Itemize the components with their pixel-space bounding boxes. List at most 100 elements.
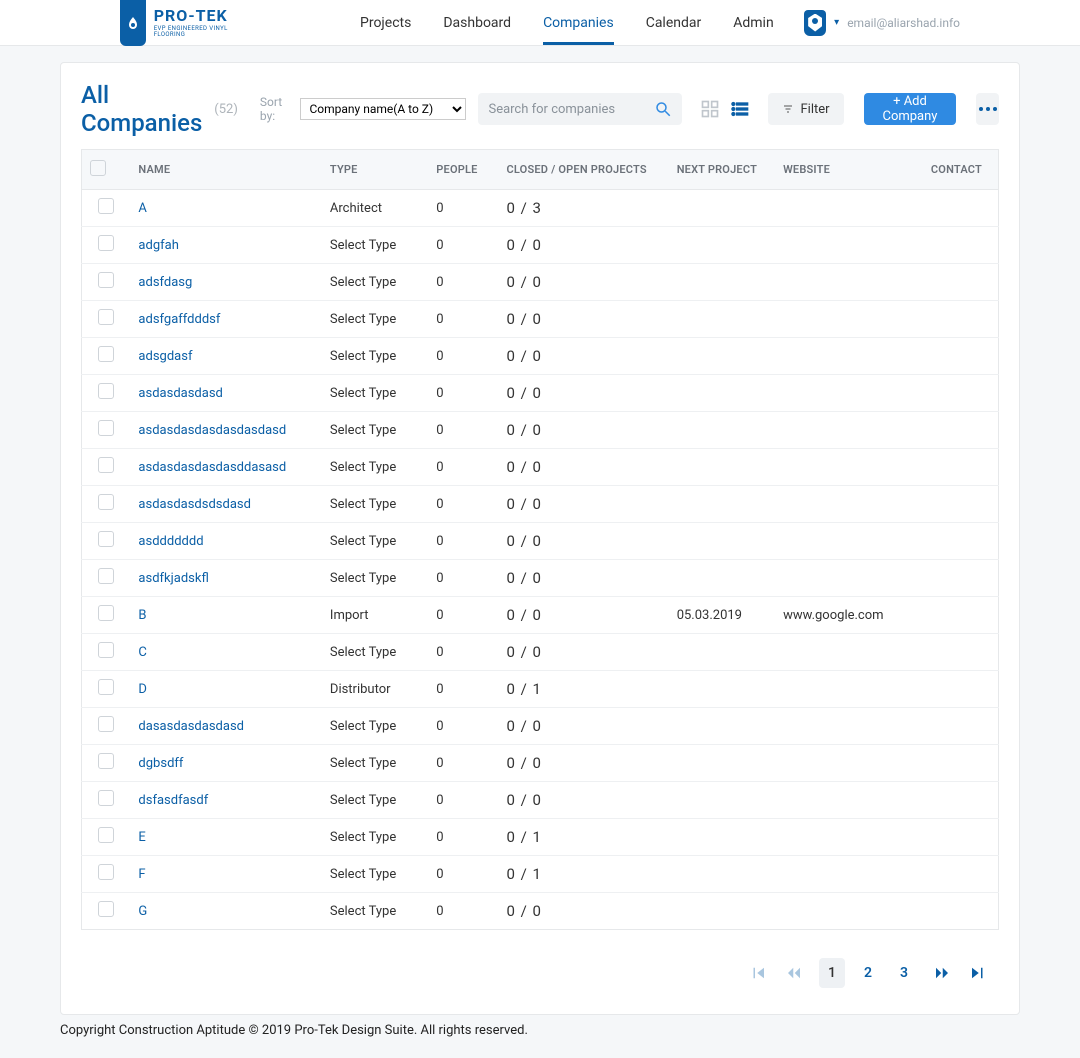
cell-website[interactable]: www.google.com <box>775 597 913 634</box>
cell-type: Select Type <box>322 708 428 745</box>
company-link[interactable]: D <box>138 682 147 697</box>
page-next-icon[interactable] <box>931 962 953 984</box>
cell-contact <box>913 412 998 449</box>
row-checkbox[interactable] <box>98 272 114 288</box>
col-header-next[interactable]: NEXT PROJECT <box>669 150 775 190</box>
company-link[interactable]: B <box>138 608 146 623</box>
col-header-type[interactable]: TYPE <box>322 150 428 190</box>
col-header-people[interactable]: PEOPLE <box>428 150 498 190</box>
cell-type: Select Type <box>322 745 428 782</box>
company-link[interactable]: adgfah <box>138 238 178 253</box>
sort-select[interactable]: Company name(A to Z) <box>300 98 466 120</box>
cell-projects: 0 / 0 <box>506 310 542 328</box>
table-row: adgfahSelect Type00 / 0 <box>82 227 999 264</box>
filter-button[interactable]: Filter <box>768 93 843 125</box>
row-checkbox[interactable] <box>98 531 114 547</box>
company-link[interactable]: asdasdasdsdsdasd <box>138 497 251 512</box>
list-view-icon[interactable] <box>730 99 750 119</box>
company-link[interactable]: adsgdasf <box>138 349 192 364</box>
add-company-button[interactable]: + Add Company <box>864 93 957 125</box>
nav-dashboard[interactable]: Dashboard <box>443 0 511 45</box>
row-checkbox[interactable] <box>98 605 114 621</box>
page-3[interactable]: 3 <box>891 958 917 988</box>
row-checkbox[interactable] <box>98 679 114 695</box>
cell-projects: 0 / 1 <box>506 680 542 698</box>
row-checkbox[interactable] <box>98 864 114 880</box>
page-1[interactable]: 1 <box>819 958 845 988</box>
row-checkbox[interactable] <box>98 198 114 214</box>
col-header-projects[interactable]: CLOSED / OPEN PROJECTS <box>498 150 668 190</box>
cell-website <box>775 264 913 301</box>
nav-calendar[interactable]: Calendar <box>646 0 702 45</box>
row-checkbox[interactable] <box>98 309 114 325</box>
filter-label: Filter <box>800 102 829 117</box>
row-checkbox[interactable] <box>98 790 114 806</box>
row-checkbox[interactable] <box>98 235 114 251</box>
cell-type: Select Type <box>322 338 428 375</box>
cell-projects: 0 / 3 <box>506 199 542 217</box>
company-link[interactable]: asdfkjadskfl <box>138 571 208 586</box>
company-link[interactable]: dasasdasdasdasd <box>138 719 244 734</box>
search-input[interactable] <box>488 102 654 117</box>
col-header-contact[interactable]: CONTACT <box>913 150 998 190</box>
search-box[interactable] <box>478 93 682 125</box>
company-link[interactable]: asdasdasdasdasddasasd <box>138 460 286 475</box>
company-link[interactable]: adsfgaffdddsf <box>138 312 220 327</box>
page-last-icon[interactable] <box>967 962 989 984</box>
cell-people: 0 <box>428 634 498 671</box>
page-2[interactable]: 2 <box>855 958 881 988</box>
cell-people: 0 <box>428 523 498 560</box>
row-checkbox[interactable] <box>98 346 114 362</box>
cell-type: Select Type <box>322 560 428 597</box>
company-link[interactable]: dsfasdfasdf <box>138 793 208 808</box>
company-link[interactable]: adsfdasg <box>138 275 192 290</box>
nav-companies[interactable]: Companies <box>543 0 614 45</box>
cell-people: 0 <box>428 227 498 264</box>
cell-contact <box>913 782 998 819</box>
row-checkbox[interactable] <box>98 827 114 843</box>
nav-projects[interactable]: Projects <box>360 0 411 45</box>
company-link[interactable]: A <box>138 201 146 216</box>
row-checkbox[interactable] <box>98 716 114 732</box>
user-menu[interactable]: ▾ email@aliarshad.info <box>804 0 1080 45</box>
page-prev-icon[interactable] <box>783 962 805 984</box>
company-link[interactable]: asddddddd <box>138 534 203 549</box>
cell-next <box>669 671 775 708</box>
company-link[interactable]: G <box>138 904 147 919</box>
cell-contact <box>913 856 998 893</box>
cell-next <box>669 560 775 597</box>
col-header-name[interactable]: NAME <box>130 150 321 190</box>
company-link[interactable]: asdasdasdasd <box>138 386 222 401</box>
company-link[interactable]: C <box>138 645 146 660</box>
cell-people: 0 <box>428 190 498 227</box>
row-checkbox[interactable] <box>98 494 114 510</box>
cell-next <box>669 893 775 930</box>
company-link[interactable]: F <box>138 867 145 882</box>
cell-people: 0 <box>428 301 498 338</box>
page-first-icon[interactable] <box>747 962 769 984</box>
cell-type: Import <box>322 597 428 634</box>
company-link[interactable]: E <box>138 830 145 845</box>
grid-view-icon[interactable] <box>700 99 720 119</box>
row-checkbox[interactable] <box>98 568 114 584</box>
row-checkbox[interactable] <box>98 457 114 473</box>
caret-down-icon: ▾ <box>834 17 839 28</box>
search-icon[interactable] <box>654 100 672 118</box>
brand[interactable]: PRO-TEK EVP ENGINEERED VINYL FLOORING <box>0 0 260 45</box>
cell-type: Distributor <box>322 671 428 708</box>
select-all-checkbox[interactable] <box>90 160 106 176</box>
row-checkbox[interactable] <box>98 383 114 399</box>
more-actions-button[interactable] <box>976 93 999 125</box>
cell-type: Select Type <box>322 412 428 449</box>
nav-admin[interactable]: Admin <box>733 0 773 45</box>
table-row: dsfasdfasdfSelect Type00 / 0 <box>82 782 999 819</box>
row-checkbox[interactable] <box>98 901 114 917</box>
cell-next <box>669 449 775 486</box>
row-checkbox[interactable] <box>98 642 114 658</box>
company-link[interactable]: asdasdasdasdasdasdasd <box>138 423 286 438</box>
row-checkbox[interactable] <box>98 753 114 769</box>
company-link[interactable]: dgbsdff <box>138 756 183 771</box>
row-checkbox[interactable] <box>98 420 114 436</box>
col-header-website[interactable]: WEBSITE <box>775 150 913 190</box>
cell-type: Select Type <box>322 449 428 486</box>
